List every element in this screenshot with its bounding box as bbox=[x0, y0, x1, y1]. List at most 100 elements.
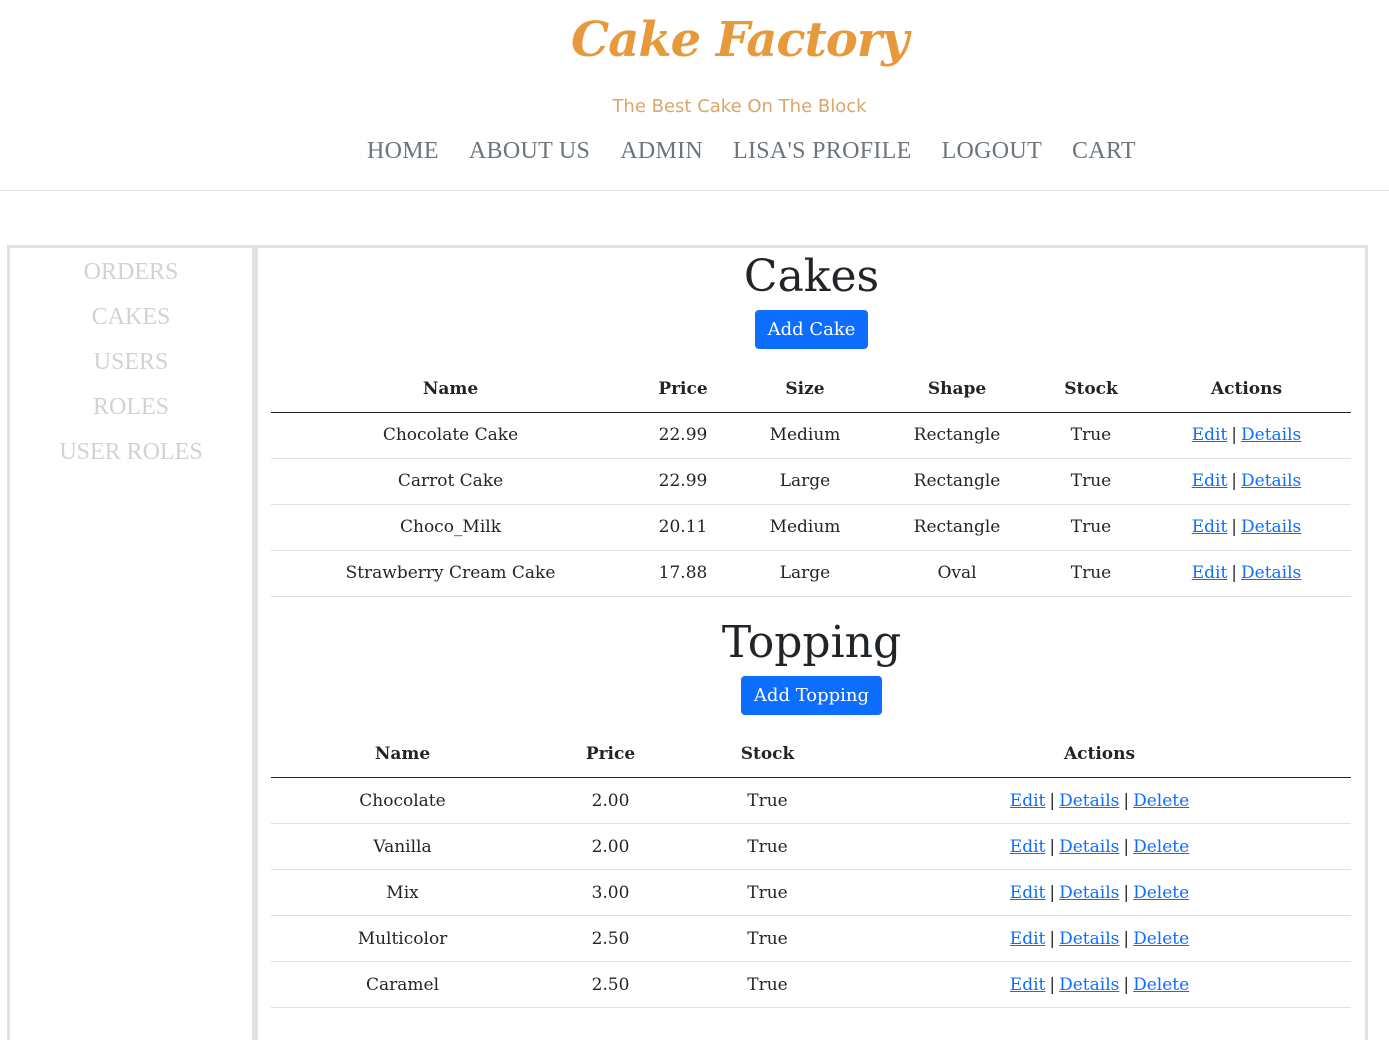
edit-link[interactable]: Edit bbox=[1010, 791, 1046, 811]
edit-link[interactable]: Edit bbox=[1010, 837, 1046, 857]
edit-link[interactable]: Edit bbox=[1192, 471, 1228, 491]
brand-tagline: The Best Cake On The Block bbox=[612, 96, 867, 117]
table-row: Carrot Cake 22.99 Large Rectangle True Edit | D… bbox=[271, 458, 1351, 505]
table-row: Caramel 2.50 True Edit | Details | Delete bbox=[271, 961, 1351, 1008]
column-header-price: Price bbox=[630, 366, 736, 413]
nav-logout[interactable]: LOGOUT bbox=[942, 138, 1042, 165]
edit-link[interactable]: Edit bbox=[1192, 517, 1228, 537]
topping-actions: Edit | Details | Delete bbox=[848, 823, 1351, 870]
separator: | bbox=[1049, 928, 1056, 949]
column-header-stock: Stock bbox=[1040, 366, 1142, 413]
delete-link[interactable]: Delete bbox=[1133, 837, 1189, 857]
separator: | bbox=[1049, 882, 1056, 903]
delete-link[interactable]: Delete bbox=[1133, 883, 1189, 903]
topping-stock: True bbox=[687, 869, 848, 916]
details-link[interactable]: Details bbox=[1241, 425, 1301, 445]
cake-shape: Rectangle bbox=[874, 504, 1040, 551]
nav-admin[interactable]: ADMIN bbox=[620, 138, 703, 165]
cake-size: Large bbox=[736, 550, 874, 597]
sidebar-item-roles[interactable]: ROLES bbox=[10, 385, 252, 430]
topping-price: 2.00 bbox=[534, 823, 687, 870]
column-header-name: Name bbox=[271, 366, 630, 413]
cake-price: 20.11 bbox=[630, 504, 736, 551]
main-nav: HOME ABOUT US ADMIN LISA'S PROFILE LOGOU… bbox=[352, 138, 1151, 165]
table-header-row: Name Price Stock Actions bbox=[271, 731, 1351, 778]
cake-stock: True bbox=[1040, 412, 1142, 459]
cake-stock: True bbox=[1040, 550, 1142, 597]
brand-logo[interactable]: Cake Factory bbox=[0, 12, 1389, 68]
details-link[interactable]: Details bbox=[1241, 517, 1301, 537]
edit-link[interactable]: Edit bbox=[1010, 929, 1046, 949]
cake-stock: True bbox=[1040, 458, 1142, 505]
sidebar-item-orders[interactable]: ORDERS bbox=[10, 250, 252, 295]
details-link[interactable]: Details bbox=[1241, 563, 1301, 583]
table-row: Mix 3.00 True Edit | Details | Delete bbox=[271, 869, 1351, 916]
table-row: Vanilla 2.00 True Edit | Details | Delete bbox=[271, 823, 1351, 870]
topping-stock: True bbox=[687, 777, 848, 824]
separator: | bbox=[1049, 836, 1056, 857]
nav-cart[interactable]: CART bbox=[1072, 138, 1136, 165]
topping-actions: Edit | Details | Delete bbox=[848, 915, 1351, 962]
edit-link[interactable]: Edit bbox=[1010, 883, 1046, 903]
sidebar-item-cakes[interactable]: CAKES bbox=[10, 295, 252, 340]
edit-link[interactable]: Edit bbox=[1192, 563, 1228, 583]
site-header: Cake Factory The Best Cake On The Block … bbox=[0, 0, 1389, 191]
cake-size: Medium bbox=[736, 504, 874, 551]
delete-link[interactable]: Delete bbox=[1133, 791, 1189, 811]
main-content: Cakes Add Cake Name Price Size Shape Sto… bbox=[255, 245, 1368, 1040]
details-link[interactable]: Details bbox=[1241, 471, 1301, 491]
topping-actions: Edit | Details | Delete bbox=[848, 961, 1351, 1008]
column-header-name: Name bbox=[271, 731, 534, 778]
table-row: Strawberry Cream Cake 17.88 Large Oval True E… bbox=[271, 550, 1351, 597]
cake-size: Large bbox=[736, 458, 874, 505]
topping-actions: Edit | Details | Delete bbox=[848, 869, 1351, 916]
cake-name: Strawberry Cream Cake bbox=[271, 550, 630, 597]
nav-about-us[interactable]: ABOUT US bbox=[469, 138, 590, 165]
delete-link[interactable]: Delete bbox=[1133, 929, 1189, 949]
separator: | bbox=[1123, 790, 1130, 811]
details-link[interactable]: Details bbox=[1059, 837, 1119, 857]
topping-stock: True bbox=[687, 915, 848, 962]
sidebar-item-user-roles[interactable]: USER ROLES bbox=[10, 430, 252, 475]
separator: | bbox=[1123, 928, 1130, 949]
details-link[interactable]: Details bbox=[1059, 791, 1119, 811]
edit-link[interactable]: Edit bbox=[1192, 425, 1228, 445]
cake-size: Medium bbox=[736, 412, 874, 459]
details-link[interactable]: Details bbox=[1059, 883, 1119, 903]
cake-price: 22.99 bbox=[630, 458, 736, 505]
delete-link[interactable]: Delete bbox=[1133, 975, 1189, 995]
cake-actions: Edit | Details bbox=[1142, 458, 1351, 505]
details-link[interactable]: Details bbox=[1059, 975, 1119, 995]
table-row: Chocolate 2.00 True Edit | Details | Delete bbox=[271, 777, 1351, 824]
cakes-table: Name Price Size Shape Stock Actions Choc… bbox=[271, 366, 1351, 597]
cake-shape: Oval bbox=[874, 550, 1040, 597]
cake-name: Choco_Milk bbox=[271, 504, 630, 551]
add-topping-button[interactable]: Add Topping bbox=[740, 675, 883, 715]
separator: | bbox=[1123, 836, 1130, 857]
cake-actions: Edit | Details bbox=[1142, 504, 1351, 551]
nav-home[interactable]: HOME bbox=[367, 138, 439, 165]
cakes-title: Cakes bbox=[743, 251, 880, 302]
separator: | bbox=[1123, 974, 1130, 995]
topping-name: Chocolate bbox=[271, 777, 534, 824]
cake-price: 22.99 bbox=[630, 412, 736, 459]
topping-price: 2.50 bbox=[534, 915, 687, 962]
column-header-price: Price bbox=[534, 731, 687, 778]
table-header-row: Name Price Size Shape Stock Actions bbox=[271, 366, 1351, 413]
add-cake-button[interactable]: Add Cake bbox=[754, 310, 869, 349]
edit-link[interactable]: Edit bbox=[1010, 975, 1046, 995]
details-link[interactable]: Details bbox=[1059, 929, 1119, 949]
topping-price: 2.50 bbox=[534, 961, 687, 1008]
separator: | bbox=[1049, 790, 1056, 811]
sidebar-item-users[interactable]: USERS bbox=[10, 340, 252, 385]
topping-title: Topping bbox=[721, 616, 902, 668]
topping-name: Caramel bbox=[271, 961, 534, 1008]
cake-shape: Rectangle bbox=[874, 458, 1040, 505]
separator: | bbox=[1123, 882, 1130, 903]
topping-stock: True bbox=[687, 823, 848, 870]
cake-stock: True bbox=[1040, 504, 1142, 551]
column-header-size: Size bbox=[736, 366, 874, 413]
cake-shape: Rectangle bbox=[874, 412, 1040, 459]
nav-profile[interactable]: LISA'S PROFILE bbox=[733, 138, 912, 165]
cake-actions: Edit | Details bbox=[1142, 412, 1351, 459]
